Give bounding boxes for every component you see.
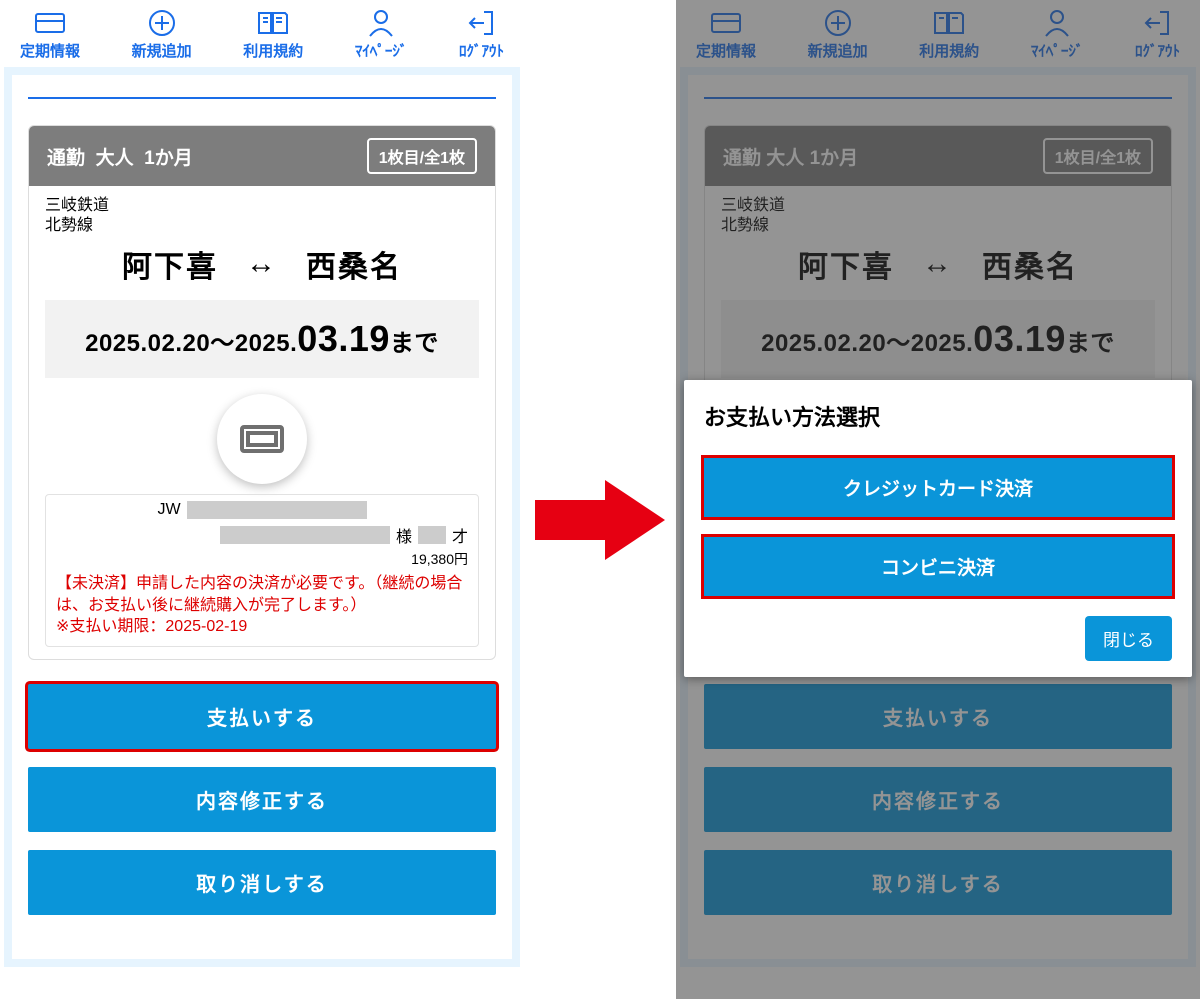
- station-from: 阿下喜: [122, 242, 218, 286]
- rail-line: 北勢線: [45, 216, 479, 236]
- age-unit: 才: [452, 523, 468, 547]
- close-button[interactable]: 閉じる: [1085, 616, 1172, 661]
- credit-card-button[interactable]: クレジットカード決済: [704, 458, 1172, 517]
- fare-type: 通勤: [47, 148, 85, 169]
- nav-label: 定期情報: [20, 40, 80, 61]
- sheet-count: 1枚目/全1枚: [367, 138, 477, 174]
- pay-button[interactable]: 支払いする: [28, 684, 496, 749]
- ticket-icon: [217, 394, 307, 484]
- valid-period: 2025.02.20～2025.03.19まで: [45, 300, 479, 378]
- screen-before: 定期情報 新規追加 利用規約 ﾏｲﾍﾟｰｼﾞ ﾛｸﾞｱｳﾄ: [0, 0, 524, 999]
- masked-field: [187, 501, 367, 519]
- station-to: 西桑名: [306, 242, 402, 286]
- nav-terms[interactable]: 利用規約: [243, 6, 303, 61]
- rail-company: 三岐鉄道: [45, 196, 479, 216]
- age-type: 大人: [96, 148, 134, 169]
- nav-mypage[interactable]: ﾏｲﾍﾟｰｼﾞ: [355, 6, 408, 61]
- flow-arrow-icon: [535, 480, 665, 560]
- card-icon: [34, 6, 66, 40]
- pass-card: 通勤 大人 1か月 1枚目/全1枚 三岐鉄道 北勢線 阿下喜 ↔ 西桑名: [28, 125, 496, 660]
- divider: [28, 97, 496, 99]
- nav-label: ﾏｲﾍﾟｰｼﾞ: [355, 40, 408, 61]
- nav-label: ﾛｸﾞｱｳﾄ: [459, 40, 504, 61]
- book-icon: [256, 6, 290, 40]
- nav-label: 新規追加: [132, 40, 192, 61]
- edit-button[interactable]: 内容修正する: [28, 767, 496, 832]
- top-nav: 定期情報 新規追加 利用規約 ﾏｲﾍﾟｰｼﾞ ﾛｸﾞｱｳﾄ: [0, 0, 524, 63]
- price: 19,380円: [56, 549, 468, 569]
- payment-method-modal: お支払い方法選択 クレジットカード決済 コンビニ決済 閉じる: [684, 380, 1192, 677]
- masked-field: [418, 526, 446, 544]
- ref-prefix: JW: [157, 501, 180, 519]
- nav-logout[interactable]: ﾛｸﾞｱｳﾄ: [459, 6, 504, 61]
- duration: 1か月: [144, 148, 193, 169]
- applicant-box: JW 様 才 19,380円 【未決済】申請した内容の: [45, 494, 479, 647]
- nav-add[interactable]: 新規追加: [132, 6, 192, 61]
- screen-after: 定期情報 新規追加 利用規約 ﾏｲﾍﾟｰｼﾞ ﾛｸﾞｱｳﾄ 通勤 大人 1か月 …: [676, 0, 1200, 999]
- modal-title: お支払い方法選択: [704, 400, 1172, 432]
- logout-icon: [466, 6, 496, 40]
- bidir-arrow-icon: ↔: [246, 247, 278, 281]
- plus-circle-icon: [147, 6, 177, 40]
- user-icon: [367, 6, 395, 40]
- route: 阿下喜 ↔ 西桑名: [45, 242, 479, 286]
- masked-field: [220, 526, 390, 544]
- nav-label: 利用規約: [243, 40, 303, 61]
- cancel-button[interactable]: 取り消しする: [28, 850, 496, 915]
- unpaid-warning: 【未決済】申請した内容の決済が必要です。（継続の場合は、お支払い後に継続購入が完…: [56, 573, 468, 638]
- pass-card-header: 通勤 大人 1か月 1枚目/全1枚: [29, 126, 495, 186]
- convenience-store-button[interactable]: コンビニ決済: [704, 537, 1172, 596]
- honorific: 様: [396, 523, 412, 547]
- nav-pass-info[interactable]: 定期情報: [20, 6, 80, 61]
